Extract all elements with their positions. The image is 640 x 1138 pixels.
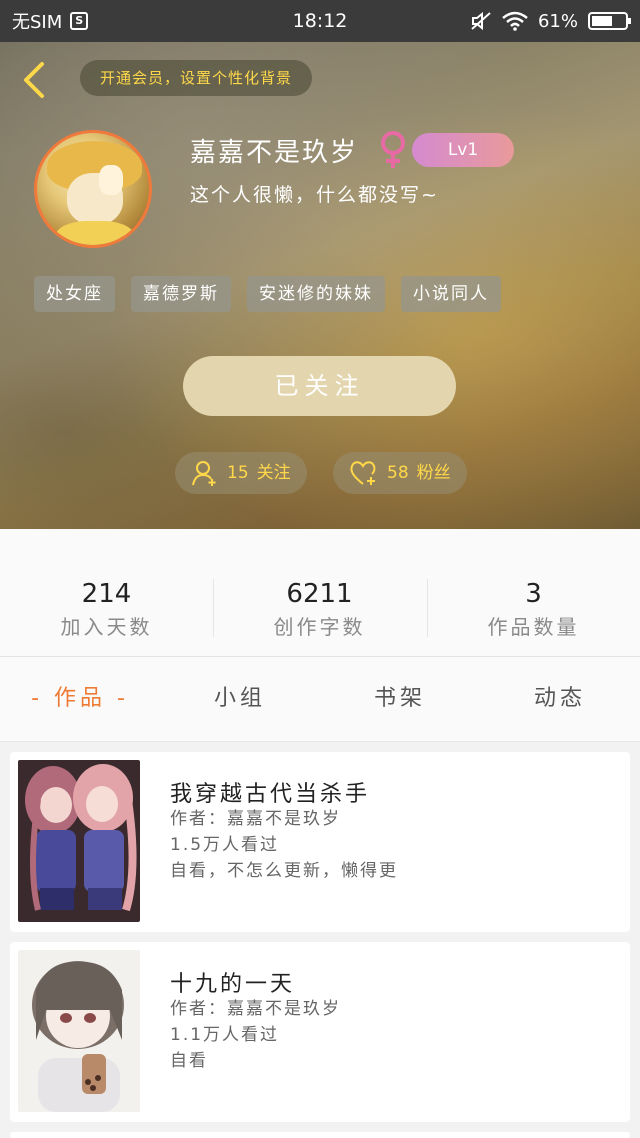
follow-button[interactable]: 已关注: [183, 356, 456, 416]
tag[interactable]: 小说同人: [401, 276, 501, 312]
stat-value: 6211: [286, 579, 353, 609]
tag[interactable]: 处女座: [34, 276, 115, 312]
following-button[interactable]: 15 关注: [175, 452, 307, 494]
female-icon: [381, 131, 405, 168]
work-author: 作者：嘉嘉不是玖岁: [170, 809, 341, 829]
stat-join-days: 214 加入天数: [0, 579, 213, 640]
stat-word-count: 6211 创作字数: [213, 579, 426, 640]
stat-value: 214: [81, 579, 132, 609]
stats-panel: 214 加入天数 6211 创作字数 3 作品数量: [0, 529, 640, 657]
bio: 这个人很懒，什么都没写~: [190, 184, 439, 206]
heart-add-icon: [350, 461, 376, 485]
status-right: 61%: [470, 0, 631, 42]
battery-fill: [592, 16, 612, 26]
chevron-left-icon: [24, 62, 44, 98]
fans-label: 粉丝: [416, 463, 451, 483]
username: 嘉嘉不是玖岁: [190, 138, 359, 168]
stat-works-count: 3 作品数量: [427, 579, 640, 640]
tag-list: 处女座 嘉德罗斯 安迷修的妹妹 小说同人: [34, 276, 501, 312]
tab-works[interactable]: - 作品 -: [15, 657, 145, 741]
tab-bar: - 作品 - 小组 书架 动态: [0, 657, 640, 742]
fans-count: 58: [387, 463, 409, 483]
tab-groups[interactable]: 小组: [190, 657, 290, 741]
work-views: 1.1万人看过: [170, 1025, 280, 1045]
work-cover-image: [18, 950, 140, 1112]
following-label: 关注: [256, 463, 291, 483]
back-button[interactable]: [18, 60, 52, 100]
battery-icon: [588, 12, 631, 30]
work-cover-image: [18, 760, 140, 922]
battery-percent: 61%: [537, 10, 578, 32]
tag[interactable]: 嘉德罗斯: [131, 276, 231, 312]
status-bar: 无SIM S 18:12 61%: [0, 0, 640, 42]
tab-bookshelf[interactable]: 书架: [350, 657, 450, 741]
tag[interactable]: 安迷修的妹妹: [247, 276, 385, 312]
vip-background-link[interactable]: 开通会员，设置个性化背景: [80, 60, 313, 96]
stat-label: 创作字数: [273, 615, 366, 639]
mute-icon: [471, 11, 491, 31]
fans-button[interactable]: 58 粉丝: [333, 452, 467, 494]
work-views: 1.5万人看过: [170, 835, 280, 855]
work-description: 自看，不怎么更新，懒得更: [170, 861, 398, 881]
user-add-icon: [192, 461, 216, 486]
level-badge: Lv1: [412, 133, 514, 167]
avatar-hand: [99, 165, 123, 195]
stat-label: 作品数量: [487, 615, 580, 639]
work-card[interactable]: 我穿越古代当杀手 作者：嘉嘉不是玖岁 1.5万人看过 自看，不怎么更新，懒得更: [10, 752, 630, 932]
wifi-icon: [502, 11, 528, 31]
tab-activity[interactable]: 动态: [510, 657, 610, 741]
work-card[interactable]: 十九的一天 作者：嘉嘉不是玖岁 1.1万人看过 自看: [10, 942, 630, 1122]
following-count: 15: [227, 463, 249, 483]
stat-label: 加入天数: [60, 615, 153, 639]
work-description: 自看: [170, 1051, 208, 1071]
avatar-shirt: [55, 221, 135, 245]
avatar[interactable]: [34, 130, 152, 248]
work-card-partial: [10, 1132, 630, 1138]
stat-value: 3: [525, 579, 542, 609]
work-author: 作者：嘉嘉不是玖岁: [170, 999, 341, 1019]
